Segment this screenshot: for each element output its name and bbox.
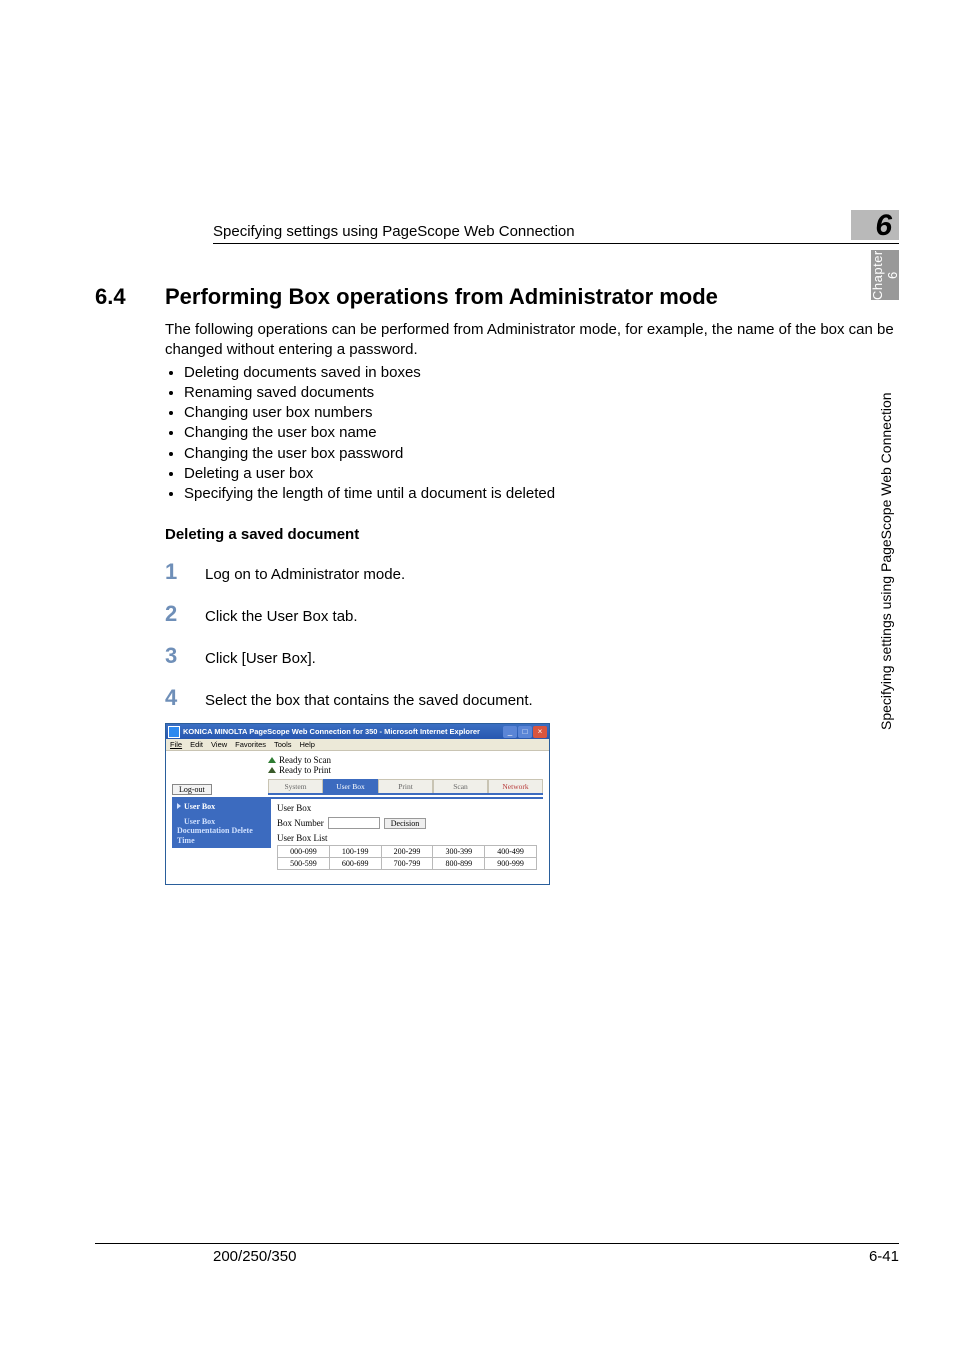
status-scan: Ready to Scan <box>279 755 331 765</box>
range-link[interactable]: 000-099 <box>278 846 330 858</box>
box-number-label: Box Number <box>277 818 324 828</box>
tab-print[interactable]: Print <box>378 779 433 793</box>
tab-network[interactable]: Network <box>488 779 543 793</box>
status-print: Ready to Print <box>279 765 331 775</box>
range-link[interactable]: 800-899 <box>433 858 485 870</box>
user-box-list-label: User Box List <box>277 833 537 843</box>
footer-right: 6-41 <box>869 1248 899 1265</box>
minimize-icon[interactable]: _ <box>503 726 517 738</box>
step-row: 1 Log on to Administrator mode. <box>165 559 899 585</box>
box-number-input[interactable] <box>328 817 380 829</box>
side-chapter-tab: Chapter 6 <box>871 250 899 300</box>
step-text: Click the User Box tab. <box>205 604 358 625</box>
menu-favorites[interactable]: Favorites <box>235 740 266 749</box>
side-vertical-text: Specifying settings using PageScope Web … <box>878 310 894 730</box>
maximize-icon[interactable]: □ <box>518 726 532 738</box>
footer-left: 200/250/350 <box>213 1248 296 1265</box>
range-link[interactable]: 100-199 <box>329 846 381 858</box>
triangle-icon <box>177 818 181 824</box>
page-footer: 200/250/350 6-41 <box>95 1243 899 1265</box>
range-link[interactable]: 300-399 <box>433 846 485 858</box>
section-title: Performing Box operations from Administr… <box>165 284 718 310</box>
scanner-icon <box>268 757 276 763</box>
range-link[interactable]: 200-299 <box>381 846 433 858</box>
tab-system[interactable]: System <box>268 779 323 793</box>
screenshot-window: KONICA MINOLTA PageScope Web Connection … <box>165 723 550 885</box>
sidebar-item-delete-time[interactable]: User Box Documentation Delete Time <box>172 814 271 848</box>
range-link[interactable]: 400-499 <box>485 846 537 858</box>
list-item: Changing user box numbers <box>184 403 899 423</box>
menu-bar[interactable]: File Edit View Favorites Tools Help <box>166 739 549 751</box>
window-titlebar[interactable]: KONICA MINOLTA PageScope Web Connection … <box>166 724 549 739</box>
menu-file[interactable]: File <box>170 740 182 749</box>
list-item: Deleting documents saved in boxes <box>184 363 899 383</box>
step-text: Log on to Administrator mode. <box>205 562 405 583</box>
tab-user-box[interactable]: User Box <box>323 779 378 793</box>
range-link[interactable]: 700-799 <box>381 858 433 870</box>
close-icon[interactable]: × <box>533 726 547 738</box>
running-title: Specifying settings using PageScope Web … <box>213 223 839 240</box>
step-row: 4 Select the box that contains the saved… <box>165 685 899 711</box>
sidebar-item-user-box[interactable]: User Box <box>172 799 271 814</box>
range-link[interactable]: 600-699 <box>329 858 381 870</box>
chapter-badge: 6 <box>851 210 899 240</box>
window-title: KONICA MINOLTA PageScope Web Connection … <box>183 727 502 736</box>
menu-help[interactable]: Help <box>300 740 315 749</box>
triangle-icon <box>177 803 181 809</box>
section-number: 6.4 <box>95 284 165 310</box>
step-number: 2 <box>165 601 205 627</box>
list-item: Renaming saved documents <box>184 383 899 403</box>
step-text: Select the box that contains the saved d… <box>205 688 533 709</box>
list-item: Changing the user box password <box>184 444 899 464</box>
menu-tools[interactable]: Tools <box>274 740 292 749</box>
ie-icon <box>168 726 180 738</box>
range-link[interactable]: 500-599 <box>278 858 330 870</box>
decision-button[interactable]: Decision <box>384 818 426 829</box>
list-item: Specifying the length of time until a do… <box>184 484 899 504</box>
range-link[interactable]: 900-999 <box>485 858 537 870</box>
sidebar-item-label: User Box Documentation Delete Time <box>177 817 253 844</box>
panel-title: User Box <box>277 803 537 813</box>
sidebar-item-label: User Box <box>184 802 215 811</box>
step-row: 2 Click the User Box tab. <box>165 601 899 627</box>
step-number: 1 <box>165 559 205 585</box>
tab-scan[interactable]: Scan <box>433 779 488 793</box>
logout-button[interactable]: Log-out <box>172 784 212 795</box>
range-table: 000-099 100-199 200-299 300-399 400-499 … <box>277 845 537 870</box>
step-number: 3 <box>165 643 205 669</box>
section-intro: The following operations can be performe… <box>165 320 899 361</box>
step-number: 4 <box>165 685 205 711</box>
chapter-number: 6 <box>875 209 892 243</box>
list-item: Deleting a user box <box>184 464 899 484</box>
printer-icon <box>268 767 276 773</box>
bullet-list: Deleting documents saved in boxes Renami… <box>165 363 899 505</box>
step-row: 3 Click [User Box]. <box>165 643 899 669</box>
step-text: Click [User Box]. <box>205 646 316 667</box>
list-item: Changing the user box name <box>184 423 899 443</box>
menu-edit[interactable]: Edit <box>190 740 203 749</box>
subhead: Deleting a saved document <box>165 526 899 543</box>
menu-view[interactable]: View <box>211 740 227 749</box>
